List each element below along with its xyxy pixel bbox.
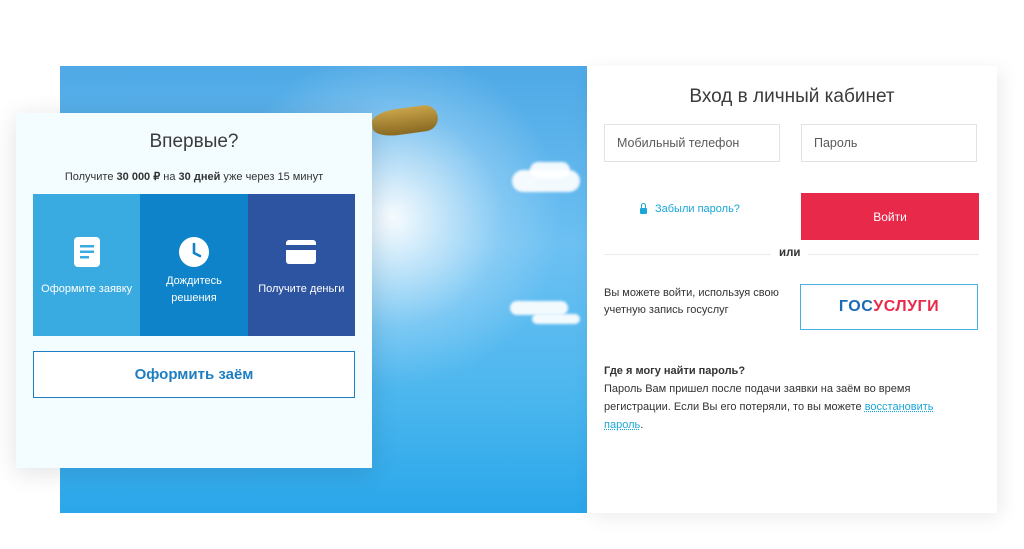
- help-question: Где я могу найти пароль?: [604, 365, 746, 377]
- first-time-card: Впервые? Получите 30 000 ₽ на 30 дней уж…: [16, 113, 372, 468]
- step-money: Получите деньги: [247, 194, 355, 336]
- apply-loan-button[interactable]: Оформить заём: [33, 351, 355, 398]
- sub-amount: 30 000 ₽: [116, 171, 161, 183]
- step-label: Оформите заявку: [41, 283, 133, 295]
- login-button[interactable]: Войти: [801, 193, 979, 240]
- cloud: [510, 301, 568, 315]
- gosuslugi-login-button[interactable]: ГОС УСЛУГИ: [800, 284, 978, 330]
- login-panel: Вход в личный кабинет Забыли пароль? Вой…: [587, 66, 997, 513]
- login-title: Вход в личный кабинет: [689, 86, 895, 107]
- step-apply: Оформите заявку: [33, 194, 141, 336]
- sub-suffix: уже через 15 минут: [220, 171, 324, 183]
- page: Вход в личный кабинет Забыли пароль? Вой…: [0, 0, 1024, 549]
- card-title: Впервые?: [149, 131, 239, 152]
- sub-mid: на: [160, 171, 179, 183]
- gosuslugi-logo-part1: ГОС: [838, 298, 874, 315]
- forgot-password-label: Забыли пароль?: [655, 203, 740, 215]
- sub-prefix: Получите: [64, 171, 117, 183]
- card-icon: [286, 237, 317, 267]
- step-label: Получите деньги: [258, 283, 345, 295]
- steps: Оформите заявку Дождитесь решения Получи…: [33, 194, 355, 336]
- password-help: Где я могу найти пароль? Пароль Вам приш…: [604, 362, 974, 434]
- document-icon: [73, 237, 100, 267]
- phone-input[interactable]: [604, 124, 780, 162]
- help-end: .: [640, 419, 644, 431]
- clock-icon: [178, 237, 209, 267]
- cloud: [532, 314, 580, 324]
- sub-days: 30 дней: [178, 171, 221, 183]
- cloud: [530, 162, 570, 178]
- gosuslugi-description: Вы можете войти, используя свою учетную …: [604, 287, 779, 316]
- step-label: Дождитесь решения: [166, 275, 222, 304]
- card-subtitle: Получите 30 000 ₽ на 30 дней уже через 1…: [16, 170, 372, 183]
- forgot-password-link[interactable]: Забыли пароль?: [640, 202, 740, 215]
- password-input[interactable]: [801, 124, 977, 162]
- lock-icon: [640, 202, 647, 214]
- airplane-image: [370, 103, 440, 139]
- gosuslugi-logo-part2: УСЛУГИ: [873, 298, 940, 315]
- step-wait: Дождитесь решения: [140, 194, 248, 336]
- or-label: или: [771, 247, 809, 259]
